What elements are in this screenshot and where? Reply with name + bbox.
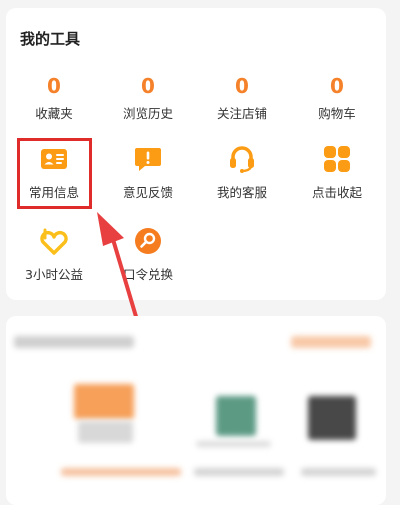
blurred-product-image[interactable] bbox=[308, 396, 356, 440]
blurred-product-image[interactable] bbox=[216, 396, 256, 436]
recommendation-card bbox=[6, 316, 386, 505]
blurred-product-image[interactable] bbox=[74, 384, 134, 419]
blurred-product-image bbox=[78, 421, 133, 443]
blurred-product-title bbox=[194, 468, 284, 476]
blurred-product-title bbox=[301, 468, 376, 476]
blurred-heading bbox=[14, 336, 134, 348]
blurred-product-meta bbox=[196, 441, 271, 447]
blurred-product-title bbox=[61, 468, 181, 476]
blurred-more-link[interactable] bbox=[291, 336, 371, 348]
